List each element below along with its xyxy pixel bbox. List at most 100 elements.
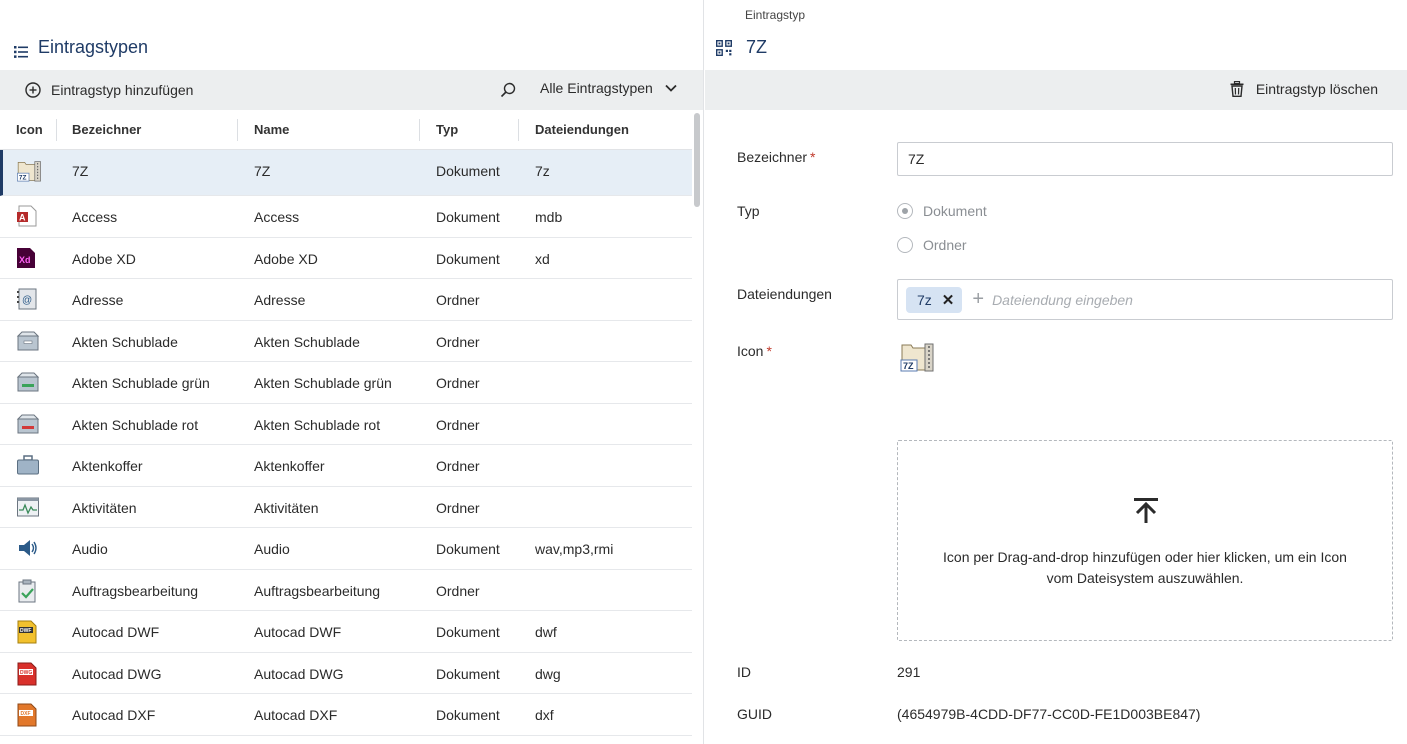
svg-text:DXF: DXF <box>21 711 31 717</box>
cell-name: Autocad DWF <box>254 624 342 640</box>
guid-label: GUID <box>737 706 772 722</box>
column-separator[interactable] <box>56 119 57 141</box>
adobe-xd-icon: Xd <box>16 247 40 271</box>
entry-types-table: Icon Bezeichner Name Typ Dateiendungen 7… <box>0 110 692 736</box>
column-separator[interactable] <box>419 119 420 141</box>
id-value: 291 <box>897 664 921 680</box>
icon-label-text: Icon <box>737 343 764 359</box>
cell-bezeichner: Autocad DWF <box>72 624 160 640</box>
typ-radio-ordner[interactable]: Ordner <box>897 237 967 253</box>
typ-radio-dokument[interactable]: Dokument <box>897 203 987 219</box>
cell-endungen: dwg <box>535 665 561 682</box>
icon-dropzone[interactable]: Icon per Drag-and-drop hinzufügen oder h… <box>897 440 1393 641</box>
column-header-endungen[interactable]: Dateiendungen <box>535 122 629 137</box>
svg-text:A: A <box>19 213 26 223</box>
plus-circle-icon <box>25 82 41 98</box>
add-entry-type-label: Eintragstyp hinzufügen <box>51 82 194 98</box>
table-row[interactable]: Akten Schublade grün Akten Schublade grün… <box>0 362 692 404</box>
dwg-icon: DWG <box>16 662 40 686</box>
bezeichner-input[interactable] <box>897 142 1393 176</box>
table-row[interactable]: Aktivitäten Aktivitäten Ordner <box>0 487 692 528</box>
column-header-bezeichner[interactable]: Bezeichner <box>72 122 141 137</box>
typ-option-label: Ordner <box>923 237 967 253</box>
page-title: Eintragstypen <box>38 37 149 57</box>
detail-header: Eintragstyp 7Z <box>705 0 1407 70</box>
table-scrollbar[interactable] <box>694 113 700 207</box>
table-row[interactable]: Audio Audio Dokument wav,mp3,rmi <box>0 528 692 570</box>
dropzone-text: Icon per Drag-and-drop hinzufügen oder h… <box>943 549 1347 586</box>
cell-bezeichner: Access <box>72 209 118 225</box>
cell-bezeichner: Akten Schublade grün <box>72 375 210 391</box>
cell-endungen: 7z <box>535 163 550 179</box>
table-row[interactable]: 7Z 7Z 7Z Dokument 7z <box>0 150 692 196</box>
cell-name: Autocad DWG <box>254 665 344 682</box>
filter-dropdown[interactable]: Alle Eintragstypen <box>540 80 677 96</box>
table-row[interactable]: Akten Schublade Akten Schublade Ordner <box>0 321 692 362</box>
cell-name: Adobe XD <box>254 250 318 267</box>
archive-7z-icon: 7Z <box>16 159 41 183</box>
endung-tag: 7z ✕ <box>906 286 963 313</box>
column-header-typ[interactable]: Typ <box>436 122 458 137</box>
table-row[interactable]: Xd Adobe XD Adobe XD Dokument xd <box>0 238 692 279</box>
cell-name: Adresse <box>254 292 306 308</box>
chevron-down-icon <box>665 84 677 92</box>
svg-text:7Z: 7Z <box>19 175 27 182</box>
search-button[interactable] <box>500 82 516 101</box>
drawer-icon <box>16 330 40 354</box>
table-row[interactable]: DWG Autocad DWG Autocad DWG Dokument dwg <box>0 653 692 694</box>
cell-bezeichner: Adresse <box>72 292 124 308</box>
table-header: Icon Bezeichner Name Typ Dateiendungen <box>0 110 692 150</box>
cell-name: Autocad DXF <box>254 707 338 723</box>
cell-name: Aktenkoffer <box>254 458 325 474</box>
archive-7z-icon: 7Z <box>900 343 934 372</box>
cell-endungen: dwf <box>535 624 557 640</box>
cell-typ: Dokument <box>436 541 500 557</box>
guid-value: (4654979B-4CDD-DF77-CC0D-FE1D003BE847) <box>897 706 1201 722</box>
icon-label: Icon * <box>737 343 772 359</box>
cell-bezeichner: Auftragsbearbeitung <box>72 582 199 599</box>
endungen-tag-input[interactable]: 7z ✕ + <box>897 279 1393 320</box>
typ-option-label: Dokument <box>923 203 987 219</box>
table-row[interactable]: Akten Schublade rot Akten Schublade rot Or… <box>0 404 692 445</box>
entry-type-detail-panel: Eintragstyp 7Z Eintragstyp löschen Bezei… <box>705 0 1407 744</box>
cell-bezeichner: 7Z <box>72 163 89 179</box>
bezeichner-label-text: Bezeichner <box>737 149 808 165</box>
list-icon <box>14 46 28 58</box>
cell-endungen: wav,mp3,rmi <box>535 541 614 557</box>
cell-typ: Dokument <box>436 250 500 267</box>
required-mark: * <box>810 149 816 165</box>
filter-label: Alle Eintragstypen <box>540 80 653 96</box>
id-label: ID <box>737 664 751 680</box>
add-tag-icon[interactable]: + <box>972 288 984 311</box>
audio-icon <box>16 537 40 561</box>
table-row[interactable]: DWF Autocad DWF Autocad DWF Dokument dwf <box>0 611 692 653</box>
cell-bezeichner: Autocad DWG <box>72 665 162 682</box>
endung-tag-label: 7z <box>917 291 932 308</box>
endung-input[interactable] <box>992 291 1343 308</box>
cell-bezeichner: Aktenkoffer <box>72 458 143 474</box>
cell-name: Audio <box>254 541 290 557</box>
column-header-name[interactable]: Name <box>254 122 289 137</box>
column-separator[interactable] <box>518 119 519 141</box>
cell-name: Aktivitäten <box>254 499 319 516</box>
right-toolbar: Eintragstyp löschen <box>705 70 1407 110</box>
remove-tag-icon[interactable]: ✕ <box>942 291 955 309</box>
cell-bezeichner: Autocad DXF <box>72 707 156 723</box>
column-separator[interactable] <box>237 119 238 141</box>
briefcase-icon <box>16 454 40 478</box>
table-row[interactable]: Aktenkoffer Aktenkoffer Ordner <box>0 445 692 487</box>
add-entry-type-button[interactable]: Eintragstyp hinzufügen <box>25 82 193 98</box>
table-row[interactable]: DXF Autocad DXF Autocad DXF Dokument dxf <box>0 694 692 736</box>
table-row[interactable]: A Access Access Dokument mdb <box>0 196 692 238</box>
table-row[interactable]: Auftragsbearbeitung Auftragsbearbeitung Or… <box>0 570 692 611</box>
delete-entry-type-button[interactable]: Eintragstyp löschen <box>1230 81 1378 97</box>
access-icon: A <box>16 205 40 229</box>
table-body: 7Z 7Z 7Z Dokument 7z A Access Access Dokument mdb… <box>0 150 692 736</box>
column-header-icon[interactable]: Icon <box>16 122 43 137</box>
panel-header: Eintragstypen <box>0 0 703 70</box>
address-book-icon: @ <box>16 288 40 312</box>
endungen-label: Dateiendungen <box>737 286 832 302</box>
svg-text:DWF: DWF <box>20 628 31 634</box>
svg-text:7Z: 7Z <box>903 361 914 371</box>
table-row[interactable]: @ Adresse Adresse Ordner <box>0 279 692 321</box>
